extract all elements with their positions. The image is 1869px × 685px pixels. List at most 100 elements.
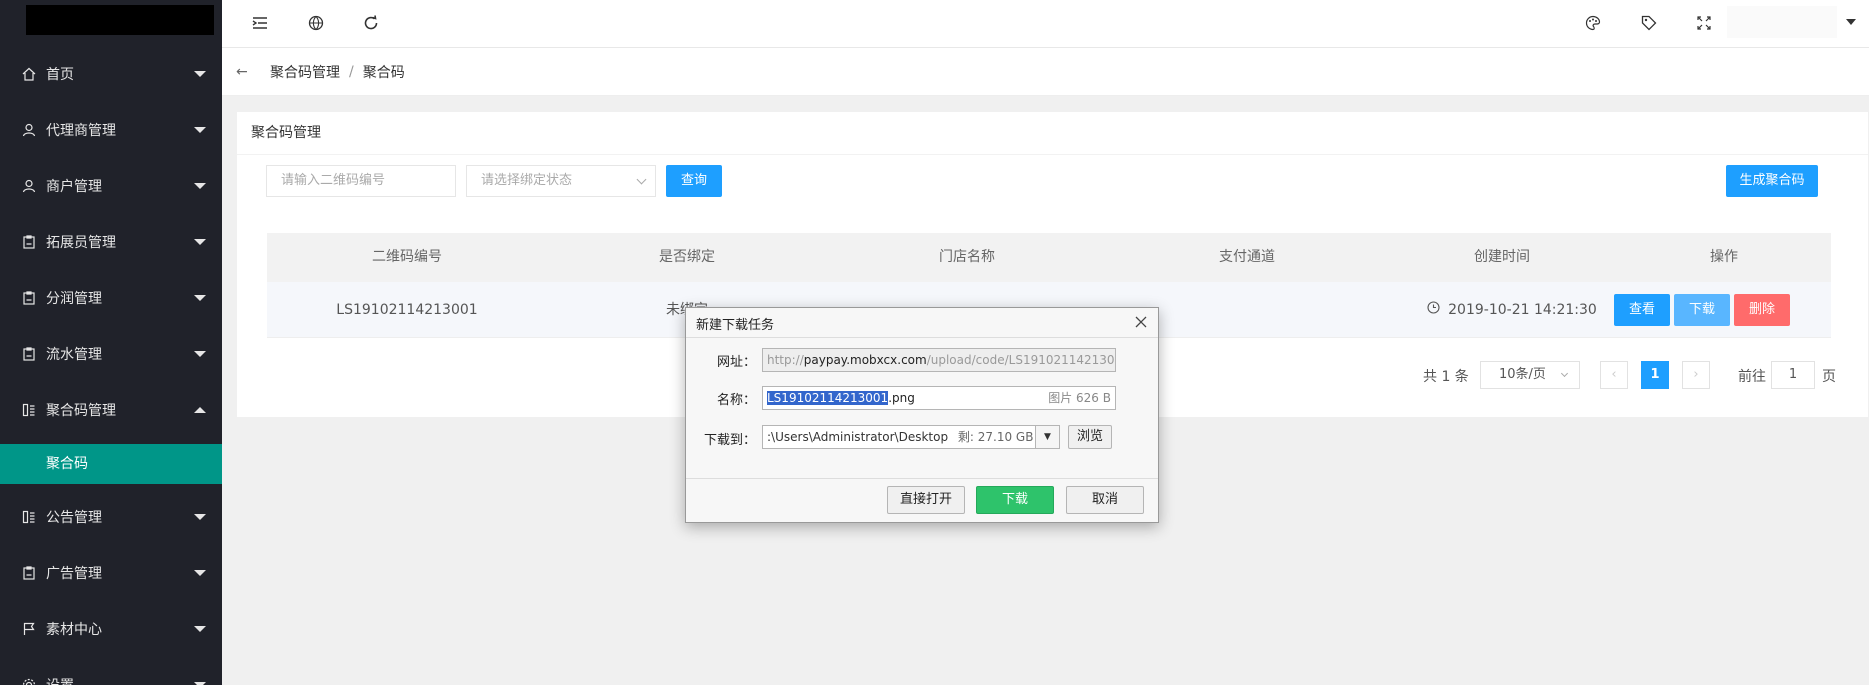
sidebar: 首页 代理商管理 商户管理 拓展员管理 分润管理 流水管理 聚合码管理 聚合码 … — [0, 0, 222, 685]
filename-selected: LS19102114213001 — [767, 391, 889, 405]
sidebar-item-home[interactable]: 首页 — [0, 46, 222, 102]
qrcode-number: LS19102114213001 — [336, 302, 478, 318]
breadcrumb: ← 聚合码管理 / 聚合码 — [222, 48, 1869, 96]
goto-label: 前往 — [1738, 369, 1766, 385]
query-button[interactable]: 查询 — [666, 165, 722, 197]
open-directly-button[interactable]: 直接打开 — [887, 486, 965, 514]
clipboard-icon — [22, 347, 36, 361]
palette-icon[interactable] — [1584, 14, 1602, 32]
sidebar-item-label: 公告管理 — [46, 510, 102, 526]
sidebar-item-ads[interactable]: 广告管理 — [0, 545, 222, 601]
chevron-down-icon — [194, 71, 206, 77]
sidebar-item-flow[interactable]: 流水管理 — [0, 326, 222, 382]
sidebar-item-settings[interactable]: 设置 — [0, 657, 222, 685]
sidebar-item-agents[interactable]: 代理商管理 — [0, 102, 222, 158]
column-header: 创建时间 — [1474, 249, 1530, 265]
sidebar-item-label: 首页 — [46, 67, 74, 83]
breadcrumb-current: 聚合码 — [362, 64, 405, 81]
menu-collapse-icon[interactable] — [251, 14, 269, 32]
dropdown-arrow-icon[interactable]: ▼ — [1035, 426, 1059, 448]
dialog-title: 新建下载任务 — [696, 318, 775, 333]
sidebar-item-notice[interactable]: 公告管理 — [0, 489, 222, 545]
clipboard-icon — [22, 235, 36, 249]
confirm-download-button[interactable]: 下载 — [976, 486, 1054, 514]
globe-icon[interactable] — [307, 14, 325, 32]
url-label: 网址： — [716, 355, 756, 370]
search-input[interactable]: 请输入二维码编号 — [266, 165, 456, 197]
clipboard-icon — [22, 566, 36, 580]
next-page-button[interactable]: › — [1682, 361, 1710, 389]
url-field[interactable]: http://paypay.mobxcx.com/upload/code/LS1… — [762, 348, 1116, 372]
column-header: 门店名称 — [939, 249, 995, 265]
page-size-value: 10条/页 — [1499, 367, 1546, 382]
refresh-icon[interactable] — [362, 14, 380, 32]
bind-status-select[interactable]: 请选择绑定状态 — [466, 165, 656, 197]
chevron-down-icon — [194, 295, 206, 301]
sidebar-item-label: 流水管理 — [46, 347, 102, 363]
column-header: 二维码编号 — [372, 249, 442, 265]
home-icon — [22, 67, 36, 81]
chevron-down-icon — [636, 174, 647, 185]
top-header — [222, 0, 1869, 48]
chevron-down-icon — [194, 183, 206, 189]
user-menu[interactable] — [1727, 6, 1837, 38]
logo — [26, 5, 214, 35]
select-placeholder: 请选择绑定状态 — [481, 173, 573, 188]
sidebar-item-label: 聚合码管理 — [46, 403, 116, 419]
file-info: 图片 626 B — [1048, 391, 1111, 405]
page-size-select[interactable]: 10条/页 — [1480, 361, 1580, 389]
cancel-button[interactable]: 取消 — [1066, 486, 1144, 514]
column-header: 是否绑定 — [659, 249, 715, 265]
sidebar-item-label: 代理商管理 — [46, 123, 116, 139]
url-host: paypay.mobxcx.com — [803, 353, 927, 367]
breadcrumb-separator: / — [349, 63, 354, 80]
chevron-down-icon — [194, 626, 206, 632]
chevron-down-icon — [194, 514, 206, 520]
divider — [237, 154, 1868, 155]
created-time-value: 2019-10-21 14:21:30 — [1448, 302, 1597, 318]
sidebar-item-promoters[interactable]: 拓展员管理 — [0, 214, 222, 270]
prev-page-button[interactable]: ‹ — [1600, 361, 1628, 389]
tag-icon[interactable] — [1640, 14, 1658, 32]
filename-field[interactable]: LS19102114213001.png 图片 626 B — [762, 386, 1116, 410]
save-path-field[interactable]: :\Users\Administrator\Desktop 剩: 27.10 G… — [762, 425, 1060, 449]
clipboard-icon — [22, 291, 36, 305]
flag-icon — [22, 622, 36, 636]
sidebar-item-qrcode[interactable]: 聚合码管理 — [0, 382, 222, 438]
breadcrumb-parent[interactable]: 聚合码管理 — [270, 62, 340, 82]
sidebar-item-profit[interactable]: 分润管理 — [0, 270, 222, 326]
sidebar-item-label: 广告管理 — [46, 566, 102, 582]
chevron-up-icon — [194, 407, 206, 413]
chevron-down-icon — [194, 570, 206, 576]
view-button[interactable]: 查看 — [1614, 294, 1670, 326]
url-path: /upload/code/LS1910211421300 — [926, 353, 1116, 367]
sidebar-item-materials[interactable]: 素材中心 — [0, 601, 222, 657]
user-icon — [22, 179, 36, 193]
sidebar-item-label: 商户管理 — [46, 179, 102, 195]
chevron-down-icon — [194, 239, 206, 245]
column-header: 操作 — [1710, 249, 1738, 265]
download-button[interactable]: 下载 — [1674, 294, 1730, 326]
browse-button[interactable]: 浏览 — [1068, 425, 1112, 449]
delete-button[interactable]: 删除 — [1734, 294, 1790, 326]
sidebar-item-merchants[interactable]: 商户管理 — [0, 158, 222, 214]
chevron-down-icon — [194, 351, 206, 357]
sidebar-subitem-qrcode[interactable]: 聚合码 — [0, 444, 222, 484]
back-arrow-icon[interactable]: ← — [236, 64, 252, 80]
caret-down-icon[interactable] — [1846, 19, 1856, 25]
clock-icon — [1427, 282, 1440, 338]
total-count: 共 1 条 — [1423, 369, 1469, 385]
save-to-label: 下载到： — [703, 433, 756, 448]
goto-page-input[interactable]: 1 — [1771, 361, 1815, 389]
fullscreen-icon[interactable] — [1695, 14, 1713, 32]
page-number[interactable]: 1 — [1641, 361, 1669, 389]
free-space: 剩: 27.10 GB — [957, 430, 1034, 444]
download-dialog: 新建下载任务 网址： http://paypay.mobxcx.com/uplo… — [685, 307, 1159, 523]
filename-ext: .png — [888, 391, 915, 405]
divider — [686, 478, 1158, 479]
generate-qrcode-button[interactable]: 生成聚合码 — [1726, 165, 1818, 197]
page-suffix: 页 — [1822, 369, 1836, 385]
sidebar-item-label: 分润管理 — [46, 291, 102, 307]
url-prefix: http:// — [767, 353, 804, 367]
close-icon[interactable] — [1132, 313, 1150, 331]
